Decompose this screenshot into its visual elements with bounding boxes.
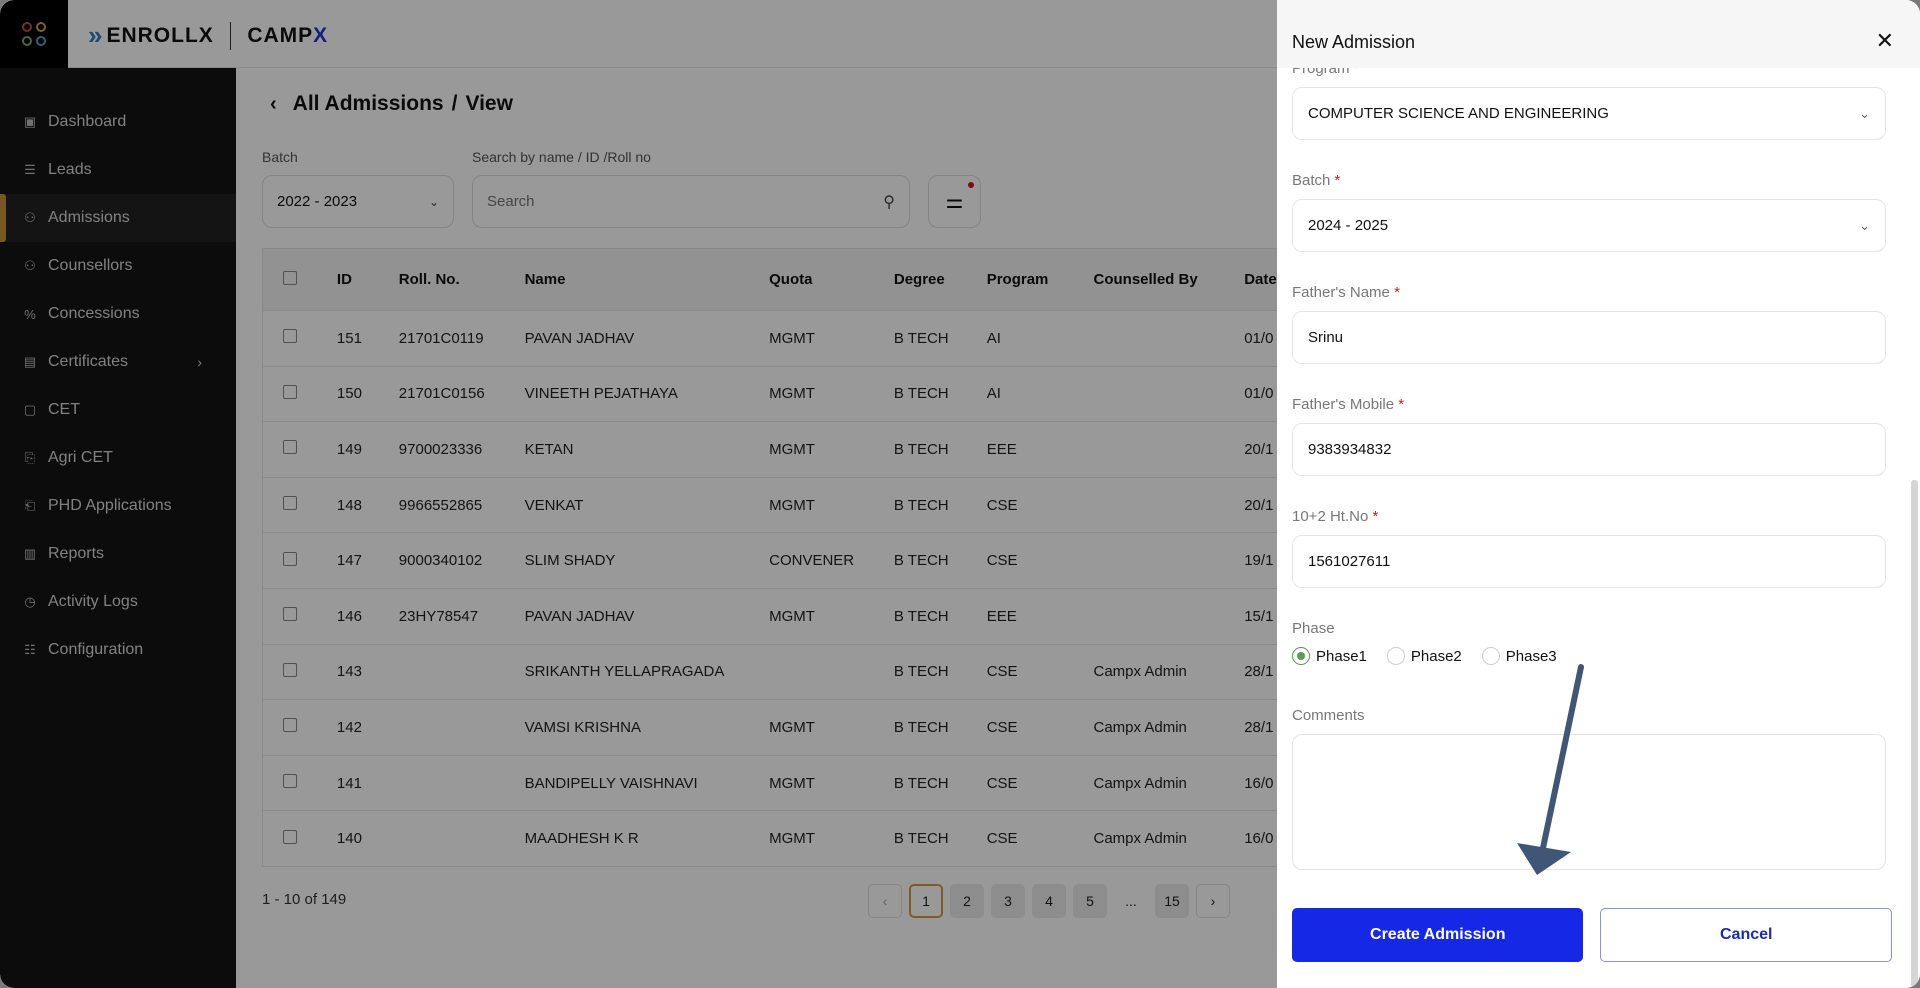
cancel-button[interactable]: Cancel bbox=[1600, 908, 1892, 962]
father-name-input[interactable]: Srinu bbox=[1292, 311, 1886, 364]
radio-empty-icon bbox=[1386, 647, 1405, 665]
admission-form: Program * COMPUTER SCIENCE AND ENGINEERI… bbox=[1292, 60, 1892, 962]
program-select[interactable]: COMPUTER SCIENCE AND ENGINEERING ⌄ bbox=[1292, 87, 1886, 140]
phase-label: Phase bbox=[1292, 620, 1335, 637]
batch-select-drawer[interactable]: 2024 - 2025 ⌄ bbox=[1292, 199, 1886, 252]
chevron-down-icon: ⌄ bbox=[1859, 105, 1870, 121]
drawer-scrollbar[interactable] bbox=[1911, 480, 1918, 988]
phase3-radio[interactable]: Phase3 bbox=[1481, 647, 1557, 665]
chevron-down-icon: ⌄ bbox=[1859, 217, 1870, 233]
app-window: » ENROLLX CAMPX ▣ Dashboard ☰ Leads ⚇ Ad… bbox=[0, 0, 1920, 988]
father-name-label: Father's Name * bbox=[1292, 284, 1400, 301]
program-select-value: COMPUTER SCIENCE AND ENGINEERING bbox=[1308, 105, 1609, 122]
drawer-title: New Admission bbox=[1292, 32, 1416, 52]
ht-no-input[interactable]: 1561027611 bbox=[1292, 535, 1886, 588]
ht-no-label: 10+2 Ht.No * bbox=[1292, 508, 1379, 525]
drawer-actions: Create Admission Cancel bbox=[1292, 908, 1892, 962]
close-icon[interactable]: ✕ bbox=[1876, 28, 1894, 54]
comments-label: Comments bbox=[1292, 707, 1365, 724]
create-admission-button[interactable]: Create Admission bbox=[1292, 908, 1584, 962]
radio-empty-icon bbox=[1481, 647, 1500, 665]
father-mobile-label: Father's Mobile * bbox=[1292, 396, 1405, 413]
comments-textarea[interactable] bbox=[1292, 734, 1886, 870]
phase-radio-group: Phase1 Phase2 Phase3 bbox=[1292, 647, 1892, 665]
phase2-radio[interactable]: Phase2 bbox=[1386, 647, 1462, 665]
radio-selected-icon bbox=[1292, 647, 1310, 665]
phase1-radio[interactable]: Phase1 bbox=[1292, 647, 1367, 665]
batch-label: Batch * bbox=[1292, 172, 1341, 189]
batch-select-value: 2024 - 2025 bbox=[1308, 217, 1389, 234]
new-admission-drawer: New Admission ✕ Program * COMPUTER SCIEN… bbox=[1277, 0, 1920, 988]
father-mobile-input[interactable]: 9383934832 bbox=[1292, 423, 1886, 476]
drawer-header: New Admission ✕ bbox=[1277, 0, 1920, 68]
